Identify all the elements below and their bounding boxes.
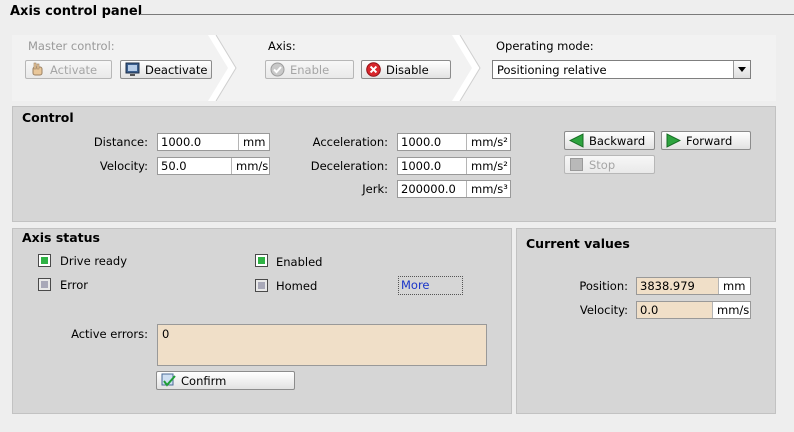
current-velocity-label: Velocity:: [579, 303, 628, 317]
enabled-indicator: [255, 254, 268, 267]
drive-ready-indicator: [38, 254, 51, 267]
panel-title: Axis control panel: [10, 4, 143, 19]
arrow-left-icon: [568, 133, 584, 148]
arrow-right-icon: [666, 133, 682, 148]
jerk-field[interactable]: 200000.0 mm/s³: [397, 180, 511, 198]
current-velocity-field: 0.0 mm/s: [636, 301, 751, 319]
backward-button[interactable]: Backward: [564, 131, 655, 150]
check-circle-icon: [270, 62, 285, 77]
deceleration-label: Deceleration:: [310, 159, 388, 173]
master-control-label: Master control:: [28, 39, 115, 53]
enabled-label: Enabled: [276, 255, 323, 269]
forward-button[interactable]: Forward: [661, 131, 751, 150]
operating-mode-label: Operating mode:: [496, 39, 594, 53]
position-field: 3838.979 mm: [636, 277, 751, 295]
enable-button[interactable]: Enable: [265, 60, 354, 79]
homed-indicator: [255, 279, 268, 292]
active-errors-box: 0: [157, 324, 487, 366]
title-divider: [140, 14, 794, 15]
current-values-title: Current values: [526, 236, 630, 251]
chevron-divider: [208, 35, 237, 101]
drive-ready-label: Drive ready: [60, 254, 128, 268]
hand-icon: [30, 62, 45, 77]
deactivate-button[interactable]: Deactivate: [120, 60, 212, 79]
acceleration-label: Acceleration:: [312, 135, 388, 149]
axis-label: Axis:: [268, 39, 296, 53]
current-values-section: [516, 228, 776, 414]
active-errors-label: Active errors:: [71, 327, 148, 341]
error-label: Error: [60, 278, 89, 292]
confirm-button[interactable]: Confirm: [156, 371, 295, 390]
acceleration-field[interactable]: 1000.0 mm/s²: [397, 133, 511, 151]
velocity-label: Velocity:: [99, 159, 148, 173]
more-link[interactable]: More: [398, 276, 463, 295]
jerk-label: Jerk:: [362, 182, 388, 196]
stop-button[interactable]: Stop: [564, 155, 655, 174]
error-indicator: [38, 278, 51, 291]
distance-field[interactable]: 1000.0 mm: [157, 133, 270, 151]
confirm-check-icon: [161, 373, 176, 388]
chevron-divider: [452, 35, 481, 101]
axis-status-title: Axis status: [22, 230, 100, 245]
close-circle-icon: [366, 62, 381, 77]
position-label: Position:: [579, 279, 628, 293]
distance-label: Distance:: [93, 135, 148, 149]
chevron-down-icon[interactable]: [733, 61, 750, 78]
velocity-field[interactable]: 50.0 mm/s: [157, 157, 270, 175]
homed-label: Homed: [276, 279, 318, 293]
stop-square-icon: [569, 157, 584, 172]
operating-mode-select[interactable]: Positioning relative: [492, 60, 751, 79]
disable-button[interactable]: Disable: [361, 60, 451, 79]
activate-button[interactable]: Activate: [25, 60, 112, 79]
control-title: Control: [22, 110, 74, 125]
deceleration-field[interactable]: 1000.0 mm/s²: [397, 157, 511, 175]
monitor-icon: [125, 62, 140, 77]
